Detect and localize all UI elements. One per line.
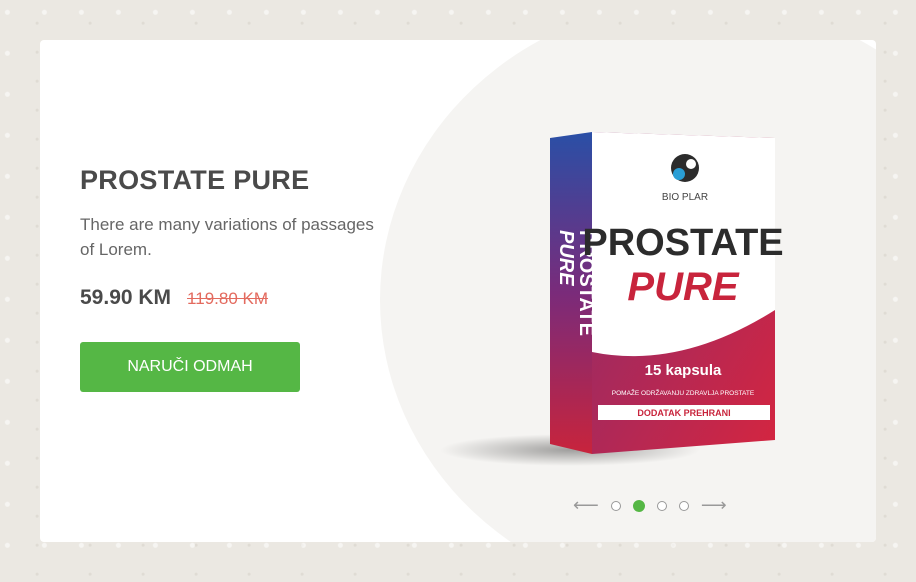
prev-arrow-icon[interactable]: ⟵ (573, 495, 599, 516)
box-claim: POMAŽE ODRŽAVANJU ZDRAVLJA PROSTATE (612, 388, 755, 397)
box-name-line1: PROSTATE (582, 222, 783, 264)
next-arrow-icon[interactable]: ⟶ (701, 495, 727, 516)
box-brand: BIO PLAR (662, 192, 708, 203)
product-box-image: PROSTATE PURE BIO PLAR PROSTATE PURE 15 … (440, 132, 784, 466)
product-info: PROSTATE PURE There are many variations … (80, 165, 380, 392)
product-description: There are many variations of passages of… (80, 215, 374, 259)
box-side-name-2: PURE (555, 230, 577, 286)
product-title: PROSTATE PURE (80, 165, 310, 195)
brand-logo-icon (671, 154, 699, 182)
slider-dot[interactable] (610, 500, 621, 511)
slider-dot[interactable] (656, 500, 667, 511)
box-name-line2: PURE (627, 265, 739, 309)
old-price: 119.80 KM (187, 289, 269, 308)
price-row: 59.90 KM 119.80 KM (80, 286, 380, 310)
slider-dot-active[interactable] (632, 499, 645, 512)
current-price: 59.90 KM (80, 286, 172, 309)
product-card: PROSTATE PURE There are many variations … (40, 40, 876, 542)
slider-controls: ⟵ ⟶ (573, 495, 727, 516)
slider-dot[interactable] (678, 500, 689, 511)
box-capsules: 15 kapsula (645, 362, 722, 379)
order-now-button[interactable]: NARUČI ODMAH (80, 342, 300, 392)
box-supplement: DODATAK PREHRANI (637, 408, 730, 418)
